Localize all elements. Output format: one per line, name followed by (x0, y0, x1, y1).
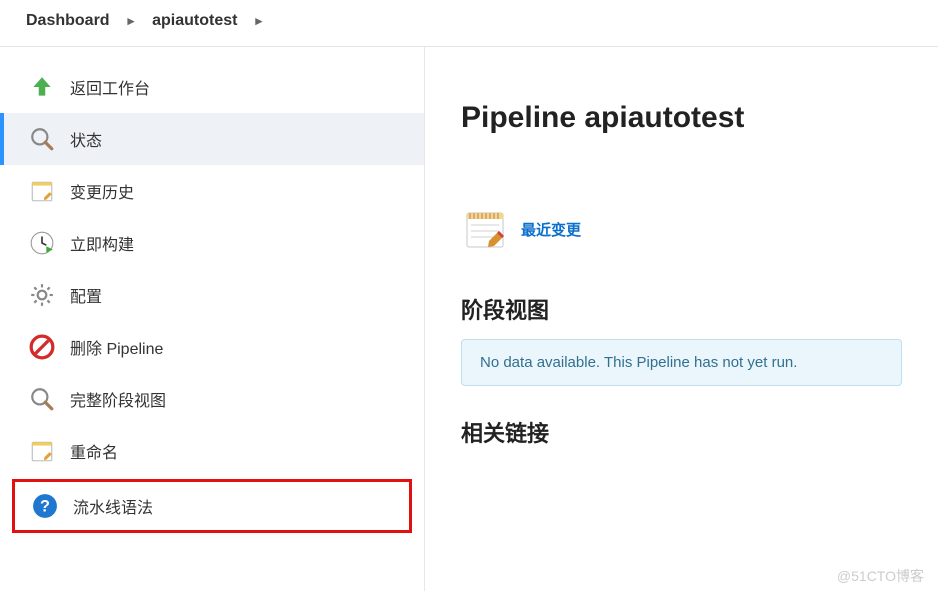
gear-icon (28, 281, 56, 309)
search-icon (28, 385, 56, 413)
breadcrumb: Dashboard ▸ apiautotest ▸ (0, 0, 938, 47)
page-title: Pipeline apiautotest (461, 101, 902, 135)
sidebar-item-label: 流水线语法 (73, 494, 393, 518)
highlight-annotation: ? 流水线语法 (12, 479, 412, 533)
sidebar-item-label: 状态 (70, 127, 396, 151)
sidebar-item-label: 变更历史 (70, 179, 396, 203)
sidebar-item-status[interactable]: 状态 (0, 113, 424, 165)
sidebar-item-label: 配置 (70, 283, 396, 307)
sidebar-item-pipeline-syntax[interactable]: ? 流水线语法 (15, 482, 409, 530)
sidebar-item-label: 返回工作台 (70, 75, 396, 99)
breadcrumb-item-project[interactable]: apiautotest (152, 12, 237, 30)
sidebar-item-label: 删除 Pipeline (70, 335, 396, 359)
edit-icon (28, 437, 56, 465)
sidebar-item-label: 立即构建 (70, 231, 396, 255)
prohibit-icon (28, 333, 56, 361)
stage-view-empty-message: No data available. This Pipeline has not… (461, 339, 902, 386)
sidebar-item-build-now[interactable]: 立即构建 (0, 217, 424, 269)
sidebar: 返回工作台 状态 变更历史 立即构建 配置 (0, 47, 425, 591)
sidebar-item-full-stage-view[interactable]: 完整阶段视图 (0, 373, 424, 425)
content-pane: Pipeline apiautotest 最近变更 阶段视图 No data a… (425, 47, 938, 591)
recent-changes-block: 最近变更 (461, 205, 902, 253)
stage-view-heading: 阶段视图 (461, 293, 902, 325)
sidebar-item-configure[interactable]: 配置 (0, 269, 424, 321)
help-icon: ? (31, 492, 59, 520)
sidebar-item-label: 完整阶段视图 (70, 387, 396, 411)
notepad-icon (28, 177, 56, 205)
recent-changes-link[interactable]: 最近变更 (521, 219, 581, 240)
sidebar-item-delete[interactable]: 删除 Pipeline (0, 321, 424, 373)
watermark: @51CTO博客 (837, 566, 924, 586)
related-links-heading: 相关链接 (461, 416, 902, 448)
sidebar-item-rename[interactable]: 重命名 (0, 425, 424, 477)
notepad-large-icon (461, 205, 509, 253)
arrow-up-icon (28, 73, 56, 101)
sidebar-item-changes[interactable]: 变更历史 (0, 165, 424, 217)
svg-text:?: ? (40, 497, 50, 515)
sidebar-item-label: 重命名 (70, 439, 396, 463)
clock-play-icon (28, 229, 56, 257)
search-icon (28, 125, 56, 153)
breadcrumb-item-dashboard[interactable]: Dashboard (26, 12, 110, 30)
chevron-right-icon: ▸ (128, 13, 135, 29)
sidebar-item-back[interactable]: 返回工作台 (0, 61, 424, 113)
chevron-right-icon: ▸ (255, 13, 262, 29)
